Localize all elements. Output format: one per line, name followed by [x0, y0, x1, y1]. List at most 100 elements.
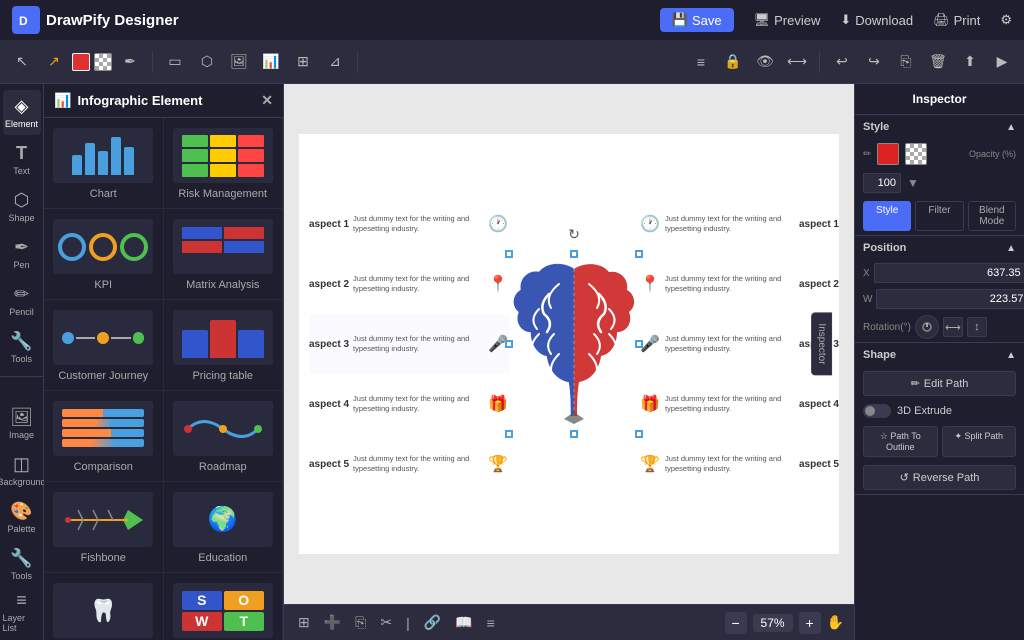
zoom-out-button[interactable]: − [725, 612, 747, 634]
tool-tools[interactable]: 🔧 Tools [3, 325, 41, 370]
tool-pen[interactable]: ✒ Pen [3, 231, 41, 276]
tool-play[interactable]: ▶ [988, 48, 1016, 76]
add-icon[interactable]: ➕ [320, 612, 345, 633]
split-path-button[interactable]: ✦ Split Path [942, 426, 1017, 457]
edit-path-button[interactable]: ✏ Edit Path [863, 371, 1016, 396]
settings-button[interactable]: ⚙ [1000, 12, 1012, 28]
left-aspect-4-icon: 🎁 [487, 394, 509, 414]
panel-item-kpi[interactable]: KPI [44, 209, 164, 300]
fill-color-swatch[interactable] [877, 143, 899, 165]
tool-visibility[interactable]: 👁 [751, 48, 779, 76]
panel-item-pricing[interactable]: Pricing table [164, 300, 284, 391]
tool-forward[interactable]: ⬆ [956, 48, 984, 76]
sel-handle-ml[interactable] [505, 340, 513, 348]
tool-undo[interactable]: ↩ [828, 48, 856, 76]
panel-item-roadmap[interactable]: Roadmap [164, 391, 284, 482]
tool-element[interactable]: ◈ Element [3, 90, 41, 135]
tool-select[interactable]: ↖ [8, 48, 36, 76]
tool-background[interactable]: ◫ Background [3, 448, 41, 493]
tool-rect[interactable]: ▭ [161, 48, 189, 76]
tool-arrow[interactable]: ↗ [40, 48, 68, 76]
panel-item-comparison[interactable]: Comparison [44, 391, 164, 482]
print-button[interactable]: 🖨 Print [933, 12, 980, 28]
rotation-flip-h[interactable]: ⟷ [943, 317, 963, 337]
download-button[interactable]: ⬇ Download [840, 12, 913, 28]
panel-item-swot[interactable]: S O W T SWOT [164, 573, 284, 640]
tool-flip[interactable]: ⟷ [783, 48, 811, 76]
risk-label: Risk Management [178, 188, 267, 200]
hand-tool-icon[interactable]: ✋ [827, 614, 844, 631]
panel-item-risk[interactable]: Risk Management [164, 118, 284, 209]
tool-text[interactable]: T Text [3, 137, 41, 182]
panel-item-education[interactable]: 🌍 Education [164, 482, 284, 573]
tool-delete[interactable]: 🗑 [924, 48, 952, 76]
stroke-color-swatch[interactable] [905, 143, 927, 165]
x-input[interactable] [874, 263, 1024, 283]
rotation-flip-v[interactable]: ↕ [967, 317, 987, 337]
inspector-position-header[interactable]: Position ▲ [855, 236, 1024, 260]
grid-icon[interactable]: ⊞ [294, 612, 314, 633]
inspector-tab-button[interactable]: Inspector [811, 312, 832, 375]
width-input[interactable] [876, 289, 1024, 309]
inspector-style-header[interactable]: Style ▲ [855, 115, 1024, 139]
tab-style[interactable]: Style [863, 201, 911, 231]
tool-redo[interactable]: ↪ [860, 48, 888, 76]
panel-item-matrix[interactable]: Matrix Analysis [164, 209, 284, 300]
tool-shape[interactable]: ⬡ Shape [3, 184, 41, 229]
left-tools: ◈ Element T Text ⬡ Shape ✒ Pen ✏ Pencil … [0, 84, 44, 640]
roadmap-label: Roadmap [199, 461, 247, 473]
color-fill-red[interactable] [72, 53, 90, 71]
sel-handle-tr[interactable] [635, 250, 643, 258]
canvas-scroll-area[interactable]: aspect 1 Just dummy text for the writing… [284, 84, 854, 604]
tab-blend[interactable]: Blend Mode [968, 201, 1016, 231]
copy-icon[interactable]: ⎘ [351, 612, 370, 633]
sel-handle-bl[interactable] [505, 430, 513, 438]
tool-layers[interactable]: ≡ [687, 48, 715, 76]
tab-filter[interactable]: Filter [915, 201, 963, 231]
tool-pencil[interactable]: ✏ Pencil [3, 278, 41, 323]
tool-table[interactable]: ⊞ [289, 48, 317, 76]
scissors-icon[interactable]: ✂ [376, 612, 396, 633]
tool-ellipse[interactable]: ⬡ [193, 48, 221, 76]
tool-tools2[interactable]: 🔧 Tools [3, 542, 41, 587]
extrude-toggle[interactable] [863, 404, 891, 418]
opacity-dropdown-icon[interactable]: ▼ [907, 176, 919, 190]
panel-item-fishbone[interactable]: Fishbone [44, 482, 164, 573]
preview-button[interactable]: 🖥 Preview [754, 12, 821, 28]
tool-layers[interactable]: ≡ Layer List [3, 589, 41, 634]
pencil-label: Pencil [9, 307, 34, 317]
zoom-in-button[interactable]: + [799, 612, 821, 634]
tool-image[interactable]: 🖼 [225, 48, 253, 76]
tool-lock[interactable]: 🔒 [719, 48, 747, 76]
right-aspect-4-text: Just dummy text for the writing and type… [665, 394, 795, 414]
rotate-handle[interactable]: ↻ [568, 226, 580, 243]
rotation-dial[interactable] [915, 315, 939, 339]
tool-chart[interactable]: 📊 [257, 48, 285, 76]
path-to-outline-button[interactable]: ☆ Path To Outline [863, 426, 938, 457]
tool-pen[interactable]: ✒ [116, 48, 144, 76]
link-icon[interactable]: 🔗 [420, 612, 445, 633]
sel-handle-bm[interactable] [570, 430, 578, 438]
panel-item-chart[interactable]: Chart [44, 118, 164, 209]
sel-handle-br[interactable] [635, 430, 643, 438]
sel-handle-tm[interactable] [570, 250, 578, 258]
save-button[interactable]: 💾 Save [660, 8, 734, 32]
panel-item-health[interactable]: 🦷 Health & Medical [44, 573, 164, 640]
tool-palette[interactable]: 🎨 Palette [3, 495, 41, 540]
right-aspect-2-text: Just dummy text for the writing and type… [665, 274, 795, 294]
panel-close-button[interactable]: ✕ [261, 92, 273, 109]
sel-handle-mr[interactable] [635, 340, 643, 348]
tool-group[interactable]: ⊿ [321, 48, 349, 76]
inspector-shape-header[interactable]: Shape ▲ [855, 343, 1024, 367]
sel-handle-tl[interactable] [505, 250, 513, 258]
position-chevron-icon: ▲ [1006, 243, 1016, 254]
reverse-path-button[interactable]: ↺ Reverse Path [863, 465, 1016, 490]
tool-image[interactable]: 🖼 Image [3, 401, 41, 446]
tool-copy[interactable]: ⎘ [892, 48, 920, 76]
panel-item-journey[interactable]: Customer Journey [44, 300, 164, 391]
color-stroke-checker[interactable] [94, 53, 112, 71]
align-icon[interactable]: ≡ [483, 613, 499, 633]
opacity-input[interactable] [863, 173, 901, 193]
book-icon[interactable]: 📖 [451, 612, 476, 633]
w-label: W [863, 294, 872, 305]
